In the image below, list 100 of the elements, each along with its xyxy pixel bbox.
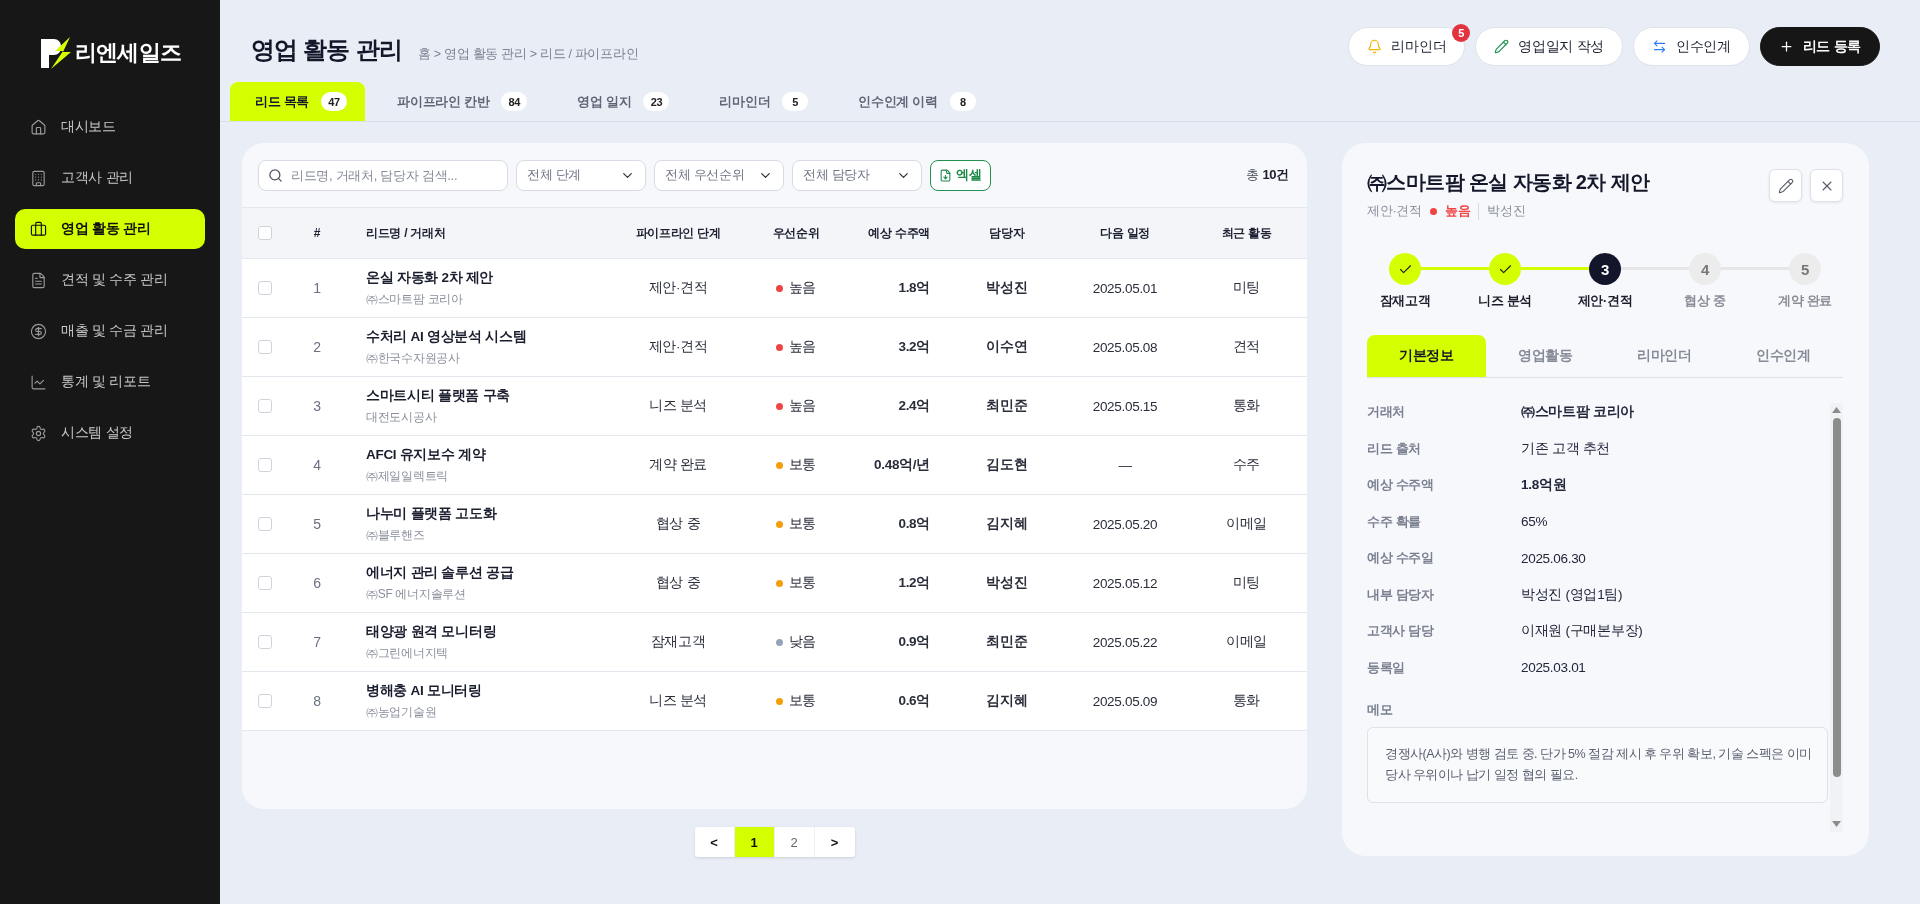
lead-title: 온실 자동화 2차 제안	[366, 269, 494, 287]
lead-title: 나누미 플랫폼 고도화	[366, 505, 497, 523]
date-text: 2025.05.20	[1092, 516, 1158, 532]
owner-name: 박성진	[1487, 202, 1526, 220]
edit-button[interactable]	[1769, 169, 1802, 202]
checkbox[interactable]	[258, 635, 272, 649]
tab[interactable]: 리드 목록 47	[230, 82, 366, 121]
date-text: 2025.05.09	[1092, 693, 1158, 709]
priority-text: 낮음	[788, 633, 817, 651]
pencil-icon	[1494, 39, 1510, 54]
page-button[interactable]: 2	[774, 827, 815, 857]
lead-title: AFCI 유지보수 계약	[366, 446, 486, 464]
column-header: 리드명 / 거래처	[366, 224, 446, 242]
column-header: 파이프라인 단계	[635, 224, 721, 242]
tab[interactable]: 파이프라인 칸반 84	[372, 82, 546, 121]
step-circle: 4	[1689, 253, 1721, 285]
close-button[interactable]	[1810, 169, 1843, 202]
nav-item[interactable]: 영업 활동 관리	[15, 209, 205, 249]
step-label: 협상 중	[1684, 293, 1726, 310]
checkbox[interactable]	[258, 340, 272, 354]
stage-text: 협상 중	[655, 574, 701, 592]
checkbox[interactable]	[258, 399, 272, 413]
step-label: 니즈 분석	[1478, 293, 1532, 310]
checkbox[interactable]	[258, 458, 272, 472]
priority-text: 보통	[788, 692, 817, 710]
field-value: 2025.03.01	[1521, 660, 1586, 676]
step-label: 계약 완료	[1778, 293, 1832, 310]
tab[interactable]: 리마인더 5	[694, 82, 827, 121]
field-label: 내부 담당자	[1367, 585, 1435, 604]
lead-title: 스마트시티 플랫폼 구축	[366, 387, 510, 405]
lead-title: 에너지 관리 솔루션 공급	[366, 564, 514, 582]
table-row[interactable]: 4 AFCI 유지보수 계약 ㈜제일일렉트릭 계약 완료 보통 0.48억/년 김도현 — 수주	[242, 436, 1307, 495]
scroll-up-icon[interactable]	[1832, 407, 1841, 413]
tab[interactable]: 인수인계 이력 8	[833, 82, 994, 121]
date-text: 2025.05.08	[1092, 339, 1158, 355]
table-row[interactable]: 6 에너지 관리 솔루션 공급 ㈜SF 에너지솔루션 협상 중 보통 1.2억 박성진 2025.05.12 미팅	[242, 554, 1307, 613]
field-label: 예상 수주일	[1367, 549, 1435, 568]
company-name: ㈜한국수자원공사	[366, 350, 461, 367]
nav-item[interactable]: 견적 및 수주 관리	[15, 260, 205, 300]
checkbox[interactable]	[258, 226, 272, 240]
row-number: 7	[313, 634, 321, 650]
dollar-icon	[30, 322, 47, 340]
field-label: 고객사 담당	[1367, 622, 1435, 641]
stage-text: 제안·견적	[648, 338, 708, 356]
page-title: 영업 활동 관리	[251, 35, 402, 65]
activity-text: 이메일	[1225, 515, 1268, 533]
checkbox[interactable]	[258, 694, 272, 708]
step-circle: 5	[1789, 253, 1821, 285]
action-button[interactable]: 영업일지 작성	[1475, 27, 1623, 66]
step-circle: 3	[1589, 253, 1621, 285]
checkbox[interactable]	[258, 576, 272, 590]
nav-item[interactable]: 시스템 설정	[15, 413, 205, 453]
action-button[interactable]: 인수인계	[1632, 27, 1750, 66]
filter-dropdown[interactable]: 전체 단계	[516, 159, 646, 191]
logo-icon	[40, 36, 72, 70]
row-number: 6	[313, 575, 321, 591]
activity-text: 이메일	[1225, 633, 1268, 651]
table-row[interactable]: 3 스마트시티 플랫폼 구축 대전도시공사 니즈 분석 높음 2.4억 최민준 2025.05.15 통화	[242, 377, 1307, 436]
amount-text: 0.9억	[898, 633, 930, 651]
checkbox[interactable]	[258, 281, 272, 295]
amount-text: 3.2억	[898, 338, 930, 356]
filter-dropdown[interactable]: 전체 담당자	[792, 159, 922, 191]
count-badge: 84	[501, 92, 528, 111]
scroll-down-icon[interactable]	[1832, 821, 1841, 827]
owner-name: 김지혜	[986, 515, 1028, 533]
nav-item[interactable]: 고객사 관리	[15, 158, 205, 198]
prev-page-button[interactable]: <	[694, 827, 735, 857]
search-field[interactable]: 리드명, 거래처, 담당자 검색...	[258, 159, 508, 191]
priority-text: 보통	[788, 456, 817, 474]
action-button[interactable]: 리드 등록	[1759, 27, 1880, 66]
date-text: 2025.05.01	[1092, 280, 1158, 296]
excel-button[interactable]: 엑셀	[930, 159, 991, 191]
owner-name: 김도현	[986, 456, 1028, 474]
checkbox[interactable]	[258, 517, 272, 531]
row-number: 1	[313, 280, 321, 296]
next-page-button[interactable]: >	[814, 827, 855, 857]
table-row[interactable]: 1 온실 자동화 2차 제안 ㈜스마트팜 코리아 제안·견적 높음 1.8억 박성진 2025.05.01 미팅	[242, 259, 1307, 318]
tab[interactable]: 기본정보	[1367, 335, 1486, 377]
owner-name: 김지혜	[986, 692, 1028, 710]
filter-dropdown[interactable]: 전체 우선순위	[654, 159, 784, 191]
nav-item[interactable]: 매출 및 수금 관리	[15, 311, 205, 351]
table-row[interactable]: 2 수처리 AI 영상분석 시스템 ㈜한국수자원공사 제안·견적 높음 3.2억 이수연 2025.05.08 견적	[242, 318, 1307, 377]
scrollbar[interactable]	[1830, 403, 1843, 832]
column-header: 예상 수주액	[868, 224, 930, 242]
company-name: ㈜SF 에너지솔루션	[366, 586, 467, 603]
table-row[interactable]: 8 병해충 AI 모니터링 ㈜농업기술원 니즈 분석 보통 0.6억 김지혜 2025.05.09 통화	[242, 672, 1307, 731]
nav-item[interactable]: 대시보드	[15, 107, 205, 147]
column-header: 최근 활동	[1221, 224, 1272, 242]
field-label: 등록일	[1367, 658, 1407, 677]
plus-icon	[1778, 39, 1794, 54]
field-label: 수주 확률	[1367, 512, 1423, 531]
page-button[interactable]: 1	[734, 827, 775, 857]
table-row[interactable]: 7 태양광 원격 모니터링 ㈜그린에너지텍 잠재고객 낮음 0.9억 최민준 2025.05.22 이메일	[242, 613, 1307, 672]
nav-item[interactable]: 통계 및 리포트	[15, 362, 205, 402]
stage-text: 계약 완료	[648, 456, 708, 474]
tab[interactable]: 영업 일지 23	[552, 82, 688, 121]
table-row[interactable]: 5 나누미 플랫폼 고도화 ㈜블루핸즈 협상 중 보통 0.8억 김지혜 2025.05.20 이메일	[242, 495, 1307, 554]
detail-title: ㈜스마트팜 온실 자동화 2차 제안	[1367, 170, 1650, 195]
stage-text: 제안·견적	[1367, 202, 1422, 220]
scrollbar-thumb[interactable]	[1832, 418, 1841, 777]
